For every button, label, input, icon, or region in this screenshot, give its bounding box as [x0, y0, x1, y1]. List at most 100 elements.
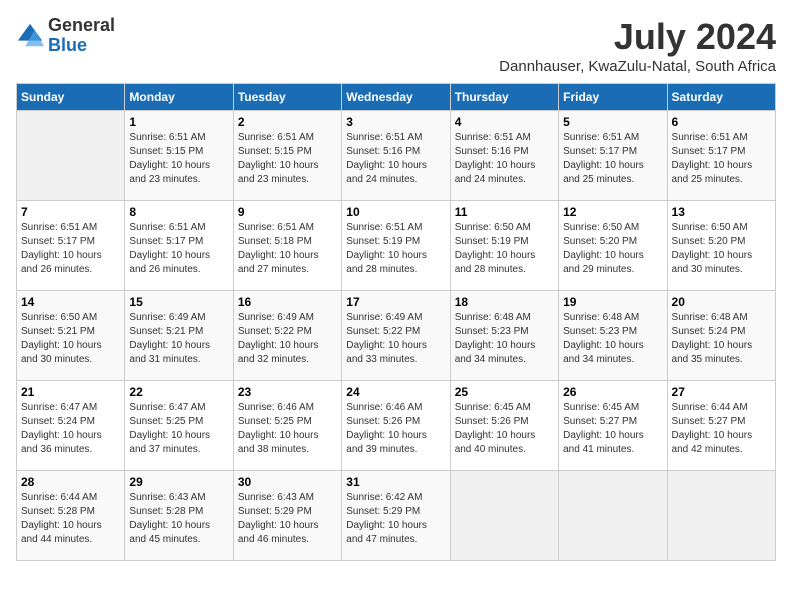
week-row-1: 1Sunrise: 6:51 AM Sunset: 5:15 PM Daylig… [17, 111, 776, 201]
day-info: Sunrise: 6:46 AM Sunset: 5:25 PM Dayligh… [238, 401, 337, 457]
day-number: 31 [346, 475, 445, 489]
day-info: Sunrise: 6:47 AM Sunset: 5:24 PM Dayligh… [21, 401, 120, 457]
header-sunday: Sunday [17, 84, 125, 111]
calendar-cell: 24Sunrise: 6:46 AM Sunset: 5:26 PM Dayli… [342, 381, 450, 471]
day-number: 6 [672, 115, 771, 129]
day-info: Sunrise: 6:48 AM Sunset: 5:23 PM Dayligh… [563, 311, 662, 367]
calendar-cell: 18 Sunrise: 6:48 AM Sunset: 5:23 PM Dayli… [450, 291, 558, 381]
calendar-cell: 13 Sunrise: 6:50 AM Sunset: 5:20 PM Dayli… [667, 201, 775, 291]
day-info: Sunrise: 6:50 AM Sunset: 5:20 PM Dayligh… [672, 221, 771, 277]
day-info: Sunrise: 6:51 AM Sunset: 5:15 PM Dayligh… [238, 131, 337, 187]
day-info: Sunrise: 6:51 AM Sunset: 5:16 PM Dayligh… [455, 131, 554, 187]
day-number: 17 [346, 295, 445, 309]
calendar-cell: 6 Sunrise: 6:51 AM Sunset: 5:17 PM Daylig… [667, 111, 775, 201]
calendar-cell [450, 471, 558, 561]
day-info: Sunrise: 6:51 AM Sunset: 5:19 PM Dayligh… [346, 221, 445, 277]
day-info: Sunrise: 6:43 AM Sunset: 5:29 PM Dayligh… [238, 491, 337, 547]
calendar-cell: 16 Sunrise: 6:49 AM Sunset: 5:22 PM Dayli… [233, 291, 341, 381]
day-number: 20 [672, 295, 771, 309]
day-info: Sunrise: 6:50 AM Sunset: 5:20 PM Dayligh… [563, 221, 662, 277]
day-number: 12 [563, 205, 662, 219]
calendar-cell: 8 Sunrise: 6:51 AM Sunset: 5:17 PM Daylig… [125, 201, 233, 291]
day-number: 28 [21, 475, 120, 489]
calendar-cell: 3 Sunrise: 6:51 AM Sunset: 5:16 PM Daylig… [342, 111, 450, 201]
calendar-table: SundayMondayTuesdayWednesdayThursdayFrid… [16, 83, 776, 561]
day-info: Sunrise: 6:48 AM Sunset: 5:23 PM Dayligh… [455, 311, 554, 367]
day-number: 2 [238, 115, 337, 129]
calendar-cell: 11 Sunrise: 6:50 AM Sunset: 5:19 PM Dayli… [450, 201, 558, 291]
calendar-cell: 30 Sunrise: 6:43 AM Sunset: 5:29 PM Dayli… [233, 471, 341, 561]
day-number: 30 [238, 475, 337, 489]
day-info: Sunrise: 6:48 AM Sunset: 5:24 PM Dayligh… [672, 311, 771, 367]
calendar-cell: 19 Sunrise: 6:48 AM Sunset: 5:23 PM Dayli… [559, 291, 667, 381]
day-info: Sunrise: 6:51 AM Sunset: 5:16 PM Dayligh… [346, 131, 445, 187]
day-number: 8 [129, 205, 228, 219]
week-row-2: 7 Sunrise: 6:51 AM Sunset: 5:17 PM Daylig… [17, 201, 776, 291]
location-subtitle: Dannhauser, KwaZulu-Natal, South Africa [499, 58, 776, 75]
title-block: July 2024 Dannhauser, KwaZulu-Natal, Sou… [499, 16, 776, 75]
day-number: 13 [672, 205, 771, 219]
day-number: 21 [21, 385, 120, 399]
calendar-cell: 28Sunrise: 6:44 AM Sunset: 5:28 PM Dayli… [17, 471, 125, 561]
page-header: General Blue July 2024 Dannhauser, KwaZu… [16, 16, 776, 75]
calendar-cell: 20 Sunrise: 6:48 AM Sunset: 5:24 PM Dayli… [667, 291, 775, 381]
day-info: Sunrise: 6:49 AM Sunset: 5:22 PM Dayligh… [238, 311, 337, 367]
calendar-cell: 7 Sunrise: 6:51 AM Sunset: 5:17 PM Daylig… [17, 201, 125, 291]
day-info: Sunrise: 6:51 AM Sunset: 5:17 PM Dayligh… [21, 221, 120, 277]
day-info: Sunrise: 6:51 AM Sunset: 5:17 PM Dayligh… [563, 131, 662, 187]
calendar-cell: 26Sunrise: 6:45 AM Sunset: 5:27 PM Dayli… [559, 381, 667, 471]
day-number: 24 [346, 385, 445, 399]
day-info: Sunrise: 6:50 AM Sunset: 5:19 PM Dayligh… [455, 221, 554, 277]
day-number: 23 [238, 385, 337, 399]
header-thursday: Thursday [450, 84, 558, 111]
day-info: Sunrise: 6:47 AM Sunset: 5:25 PM Dayligh… [129, 401, 228, 457]
header-saturday: Saturday [667, 84, 775, 111]
calendar-cell: 27 Sunrise: 6:44 AM Sunset: 5:27 PM Dayli… [667, 381, 775, 471]
day-number: 15 [129, 295, 228, 309]
day-number: 11 [455, 205, 554, 219]
calendar-cell: 1Sunrise: 6:51 AM Sunset: 5:15 PM Daylig… [125, 111, 233, 201]
calendar-cell [559, 471, 667, 561]
logo-text: General Blue [48, 16, 115, 56]
day-info: Sunrise: 6:44 AM Sunset: 5:27 PM Dayligh… [672, 401, 771, 457]
day-info: Sunrise: 6:51 AM Sunset: 5:17 PM Dayligh… [129, 221, 228, 277]
day-number: 29 [129, 475, 228, 489]
calendar-cell: 5 Sunrise: 6:51 AM Sunset: 5:17 PM Daylig… [559, 111, 667, 201]
logo: General Blue [16, 16, 115, 56]
day-info: Sunrise: 6:45 AM Sunset: 5:27 PM Dayligh… [563, 401, 662, 457]
header-row: SundayMondayTuesdayWednesdayThursdayFrid… [17, 84, 776, 111]
day-info: Sunrise: 6:45 AM Sunset: 5:26 PM Dayligh… [455, 401, 554, 457]
header-friday: Friday [559, 84, 667, 111]
calendar-cell: 22 Sunrise: 6:47 AM Sunset: 5:25 PM Dayli… [125, 381, 233, 471]
calendar-cell [667, 471, 775, 561]
day-info: Sunrise: 6:51 AM Sunset: 5:15 PM Dayligh… [129, 131, 228, 187]
day-number: 7 [21, 205, 120, 219]
day-info: Sunrise: 6:43 AM Sunset: 5:28 PM Dayligh… [129, 491, 228, 547]
day-number: 10 [346, 205, 445, 219]
day-info: Sunrise: 6:51 AM Sunset: 5:17 PM Dayligh… [672, 131, 771, 187]
day-number: 22 [129, 385, 228, 399]
calendar-cell: 17 Sunrise: 6:49 AM Sunset: 5:22 PM Dayli… [342, 291, 450, 381]
day-number: 16 [238, 295, 337, 309]
day-number: 14 [21, 295, 120, 309]
day-number: 25 [455, 385, 554, 399]
month-title: July 2024 [499, 16, 776, 58]
calendar-cell: 31 Sunrise: 6:42 AM Sunset: 5:29 PM Dayli… [342, 471, 450, 561]
day-number: 27 [672, 385, 771, 399]
calendar-cell: 10 Sunrise: 6:51 AM Sunset: 5:19 PM Dayli… [342, 201, 450, 291]
calendar-cell [17, 111, 125, 201]
day-info: Sunrise: 6:49 AM Sunset: 5:21 PM Dayligh… [129, 311, 228, 367]
day-info: Sunrise: 6:49 AM Sunset: 5:22 PM Dayligh… [346, 311, 445, 367]
calendar-cell: 4Sunrise: 6:51 AM Sunset: 5:16 PM Daylig… [450, 111, 558, 201]
day-number: 19 [563, 295, 662, 309]
day-number: 9 [238, 205, 337, 219]
calendar-cell: 14 Sunrise: 6:50 AM Sunset: 5:21 PM Dayli… [17, 291, 125, 381]
week-row-4: 21 Sunrise: 6:47 AM Sunset: 5:24 PM Dayli… [17, 381, 776, 471]
day-info: Sunrise: 6:42 AM Sunset: 5:29 PM Dayligh… [346, 491, 445, 547]
day-number: 3 [346, 115, 445, 129]
calendar-cell: 12 Sunrise: 6:50 AM Sunset: 5:20 PM Dayli… [559, 201, 667, 291]
day-info: Sunrise: 6:50 AM Sunset: 5:21 PM Dayligh… [21, 311, 120, 367]
day-number: 18 [455, 295, 554, 309]
day-info: Sunrise: 6:51 AM Sunset: 5:18 PM Dayligh… [238, 221, 337, 277]
day-number: 5 [563, 115, 662, 129]
